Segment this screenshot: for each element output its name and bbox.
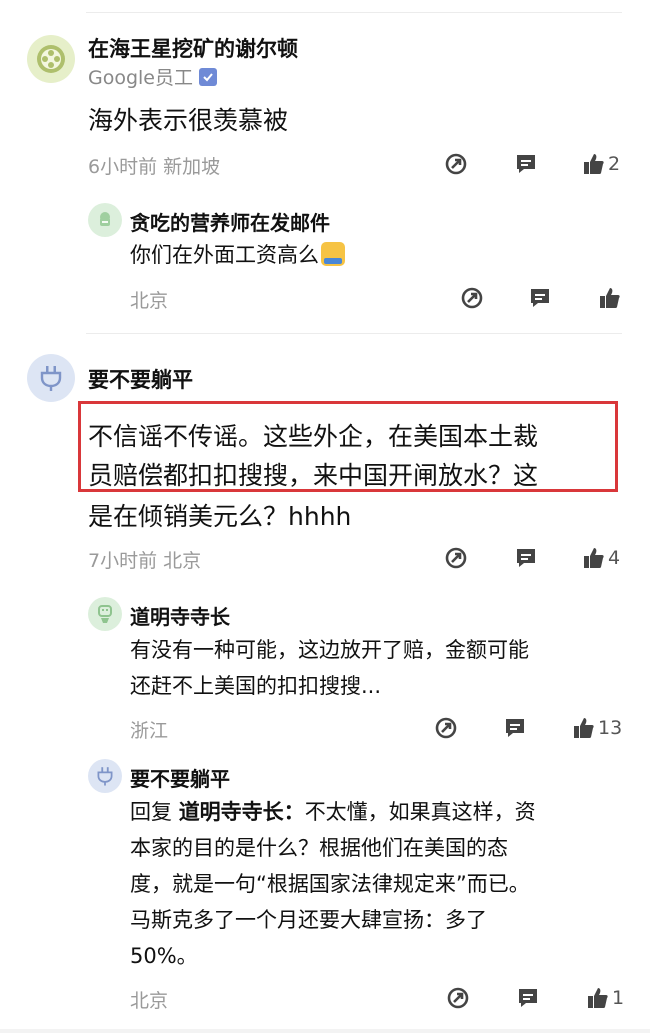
username[interactable]: 道明寺寺长 (130, 601, 230, 630)
thumbs-up-icon (584, 154, 604, 174)
avatar-plug-icon (97, 767, 113, 786)
reply-text-line-4: 马斯克多了一个月还要大肆宣扬：多了 (130, 908, 487, 932)
like-count: 2 (608, 153, 621, 175)
reply-text-line-1: 回复 道明寺寺长：不太懂，如果真这样，资 (130, 796, 536, 826)
reply-text-line-2: 本家的目的是什么？根据他们在美国的态 (130, 836, 508, 860)
avatar-plug-icon (40, 366, 62, 391)
reply-text-body: 不太懂，如果真这样，资 (304, 800, 536, 824)
avatar[interactable] (88, 597, 122, 631)
like-count: 1 (612, 987, 625, 1009)
comment-button[interactable] (514, 152, 538, 176)
user-title-text: Google员工 (88, 67, 194, 89)
share-icon (461, 287, 483, 309)
comment-button[interactable] (516, 986, 540, 1010)
comment-text: 海外表示很羡慕被 (88, 106, 289, 135)
verified-badge-icon (199, 67, 218, 86)
comment-meta: 6小时前 新加坡 (88, 156, 221, 178)
username[interactable]: 要不要躺平 (88, 364, 193, 394)
share-icon (435, 717, 457, 739)
comment-icon (517, 155, 535, 173)
comment-button[interactable] (503, 716, 527, 740)
reply-prefix: 回复 (130, 800, 179, 824)
comment-icon (517, 549, 535, 567)
share-button[interactable] (444, 546, 468, 570)
thumbs-up-icon (588, 988, 608, 1008)
avatar[interactable] (88, 203, 122, 237)
like-count: 4 (608, 547, 621, 569)
comment-icon (506, 719, 524, 737)
share-button[interactable] (444, 152, 468, 176)
like-button[interactable]: 2 (582, 152, 620, 176)
like-button[interactable]: 4 (582, 546, 620, 570)
reply-to-user[interactable]: 道明寺寺长： (179, 800, 305, 824)
reply-text-body: 你们在外面工资高么 (130, 243, 319, 267)
user-title: Google员工 (88, 63, 218, 90)
share-button[interactable] (434, 716, 458, 740)
thumbs-up-icon (584, 548, 604, 568)
comment-icon (531, 289, 549, 307)
top-divider (86, 12, 622, 13)
reply-text-line-5: 50%。 (130, 944, 198, 968)
share-button[interactable] (446, 986, 470, 1010)
share-icon (445, 547, 467, 569)
reply-meta: 北京 (130, 990, 169, 1012)
comment-text-line-3: 是在倾销美元么？hhhh (88, 502, 352, 531)
reply-text-line-1: 有没有一种可能，这边放开了赔，金额可能 (130, 638, 529, 662)
comment-text-line-2: 员赔偿都扣扣搜搜，来中国开闸放水？这 (88, 461, 539, 490)
share-icon (447, 987, 469, 1009)
avatar[interactable] (88, 759, 122, 793)
like-count: 13 (598, 717, 623, 739)
avatar-film-reel-icon (37, 45, 65, 73)
like-button[interactable]: 1 (586, 986, 624, 1010)
sticker-emoji-icon (321, 242, 345, 266)
share-icon (445, 153, 467, 175)
avatar[interactable] (27, 354, 75, 402)
avatar-chef-icon (100, 212, 110, 226)
reply-meta: 浙江 (130, 720, 169, 742)
comment-text-line-1: 不信谣不传谣。这些外企，在美国本土裁 (88, 422, 539, 451)
share-button[interactable] (460, 286, 484, 310)
thumbs-up-icon (574, 718, 594, 738)
comment-meta: 7小时前 北京 (88, 550, 202, 572)
comment-button[interactable] (528, 286, 552, 310)
like-button[interactable] (598, 286, 622, 310)
bottom-divider (0, 1029, 650, 1033)
username[interactable]: 要不要躺平 (130, 763, 230, 792)
thumbs-up-icon (600, 288, 620, 308)
comment-divider (86, 333, 622, 334)
like-button[interactable]: 13 (572, 716, 622, 740)
username[interactable]: 贪吃的营养师在发邮件 (130, 207, 330, 236)
username[interactable]: 在海王星挖矿的谢尔顿 (88, 33, 298, 63)
reply-text-line-2: 还赶不上美国的扣扣搜搜... (130, 674, 382, 698)
avatar[interactable] (27, 35, 75, 83)
comment-icon (519, 989, 537, 1007)
avatar-monk-icon (98, 605, 112, 623)
reply-text: 你们在外面工资高么 (130, 239, 345, 269)
comment-button[interactable] (514, 546, 538, 570)
reply-meta: 北京 (130, 290, 169, 312)
reply-text-line-3: 度，就是一句“根据国家法律规定来”而已。 (130, 872, 530, 896)
